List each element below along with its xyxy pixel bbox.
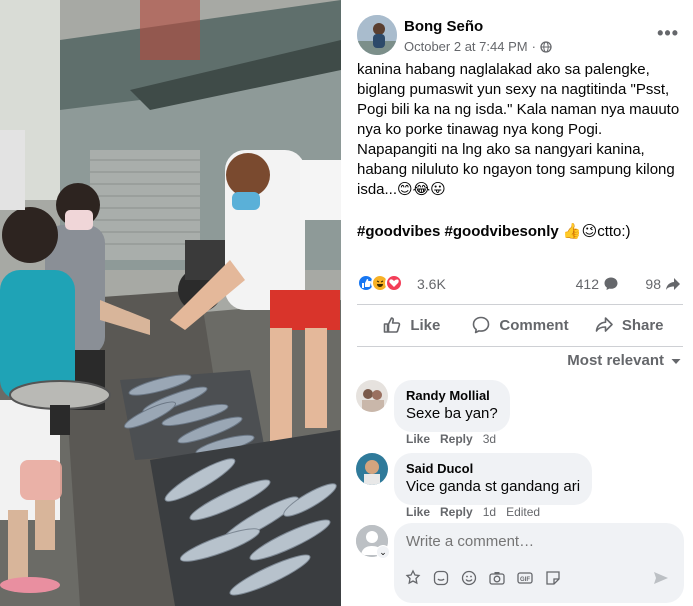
- comment-input-box[interactable]: GIF: [394, 523, 684, 603]
- love-reaction-icon: [385, 274, 403, 292]
- comment-composer: ⌄ GIF: [356, 523, 686, 603]
- divider: [357, 346, 683, 347]
- reaction-count[interactable]: 3.6K: [417, 276, 446, 292]
- comment-like-link[interactable]: Like: [406, 432, 430, 446]
- post-actions: Like Comment Share: [357, 307, 683, 343]
- caret-down-icon: [671, 358, 681, 364]
- divider: [357, 304, 683, 305]
- comment-count-value: 412: [575, 276, 599, 292]
- like-button-label: Like: [410, 316, 441, 334]
- comment-bubble-icon: [604, 277, 618, 290]
- post-panel: Bong Seño October 2 at 7:44 PM · ••• kan…: [341, 0, 693, 606]
- svg-text:GIF: GIF: [520, 577, 530, 583]
- comment-item: Said Ducol Vice ganda st gandang ari Lik…: [356, 453, 686, 519]
- send-icon[interactable]: [652, 569, 670, 592]
- comment-bubble: Randy Mollial Sexe ba yan?: [394, 380, 510, 432]
- post-header: Bong Seño October 2 at 7:44 PM · •••: [357, 15, 687, 55]
- avatar-sticker-icon[interactable]: [404, 569, 422, 587]
- commenter-avatar[interactable]: [356, 380, 388, 412]
- hashtag-tail: 👍😉ctto:): [562, 223, 631, 240]
- comment-meta: Like Reply 1d Edited: [406, 505, 540, 519]
- share-count-value: 98: [645, 276, 661, 292]
- reaction-icons[interactable]: [357, 274, 403, 292]
- share-arrow-icon: [666, 278, 680, 290]
- profile-switch-chevron-icon[interactable]: ⌄: [376, 545, 390, 559]
- commenter-name[interactable]: Said Ducol: [406, 461, 580, 477]
- post-meta: October 2 at 7:44 PM ·: [404, 39, 552, 54]
- comment-text: Sexe ba yan?: [406, 405, 498, 422]
- composer-tools: GIF: [404, 569, 562, 587]
- share-button-label: Share: [621, 316, 664, 334]
- market-scene-image: [0, 0, 341, 606]
- comment-age[interactable]: 1d: [483, 505, 496, 519]
- post-body: kanina habang naglalakad ako sa palengke…: [357, 61, 680, 198]
- author-name[interactable]: Bong Seño: [404, 18, 483, 35]
- post-photo[interactable]: [0, 0, 341, 606]
- author-avatar[interactable]: [357, 15, 397, 55]
- comment-icon: [473, 316, 490, 334]
- commenter-avatar-image: [356, 380, 388, 412]
- sticker-icon[interactable]: [432, 569, 450, 587]
- comment-reply-link[interactable]: Reply: [440, 505, 473, 519]
- comment-input[interactable]: [406, 533, 666, 550]
- post-timestamp[interactable]: October 2 at 7:44 PM: [404, 39, 528, 54]
- hashtag-link[interactable]: #goodvibes: [357, 223, 440, 240]
- camera-icon[interactable]: [488, 569, 506, 587]
- comment-item: Randy Mollial Sexe ba yan? Like Reply 3d: [356, 380, 686, 450]
- globe-icon: [540, 40, 552, 53]
- author-avatar-image: [357, 15, 397, 55]
- comment-button[interactable]: Comment: [466, 307, 575, 343]
- comment-edited-label[interactable]: Edited: [506, 505, 540, 519]
- like-thumb-icon: [384, 317, 401, 333]
- post-hashtags: #goodvibes #goodvibesonly 👍😉ctto:): [357, 222, 683, 242]
- comment-count[interactable]: 412: [576, 276, 619, 292]
- share-button[interactable]: Share: [574, 307, 683, 343]
- sticker-alt-icon[interactable]: [544, 569, 562, 587]
- share-count[interactable]: 98: [645, 276, 681, 292]
- commenter-name[interactable]: Randy Mollial: [406, 388, 498, 404]
- comment-sort-dropdown[interactable]: Most relevant: [567, 352, 682, 369]
- hashtag-link[interactable]: #goodvibesonly: [445, 223, 559, 240]
- reaction-summary: 3.6K 412 98: [357, 274, 683, 294]
- comment-reply-link[interactable]: Reply: [440, 432, 473, 446]
- comment-text: Vice ganda st gandang ari: [406, 478, 581, 495]
- like-button[interactable]: Like: [357, 307, 466, 343]
- comment-button-label: Comment: [499, 316, 569, 334]
- comment-meta: Like Reply 3d: [406, 432, 496, 446]
- commenter-avatar[interactable]: [356, 453, 388, 485]
- comment-like-link[interactable]: Like: [406, 505, 430, 519]
- sort-label: Most relevant: [567, 352, 664, 369]
- gif-icon[interactable]: GIF: [516, 569, 534, 587]
- share-icon: [595, 317, 613, 332]
- comment-bubble: Said Ducol Vice ganda st gandang ari: [394, 453, 593, 505]
- more-options-icon[interactable]: •••: [657, 23, 679, 44]
- comment-age[interactable]: 3d: [483, 432, 496, 446]
- emoji-icon[interactable]: [460, 569, 478, 587]
- commenter-avatar-image: [356, 453, 388, 485]
